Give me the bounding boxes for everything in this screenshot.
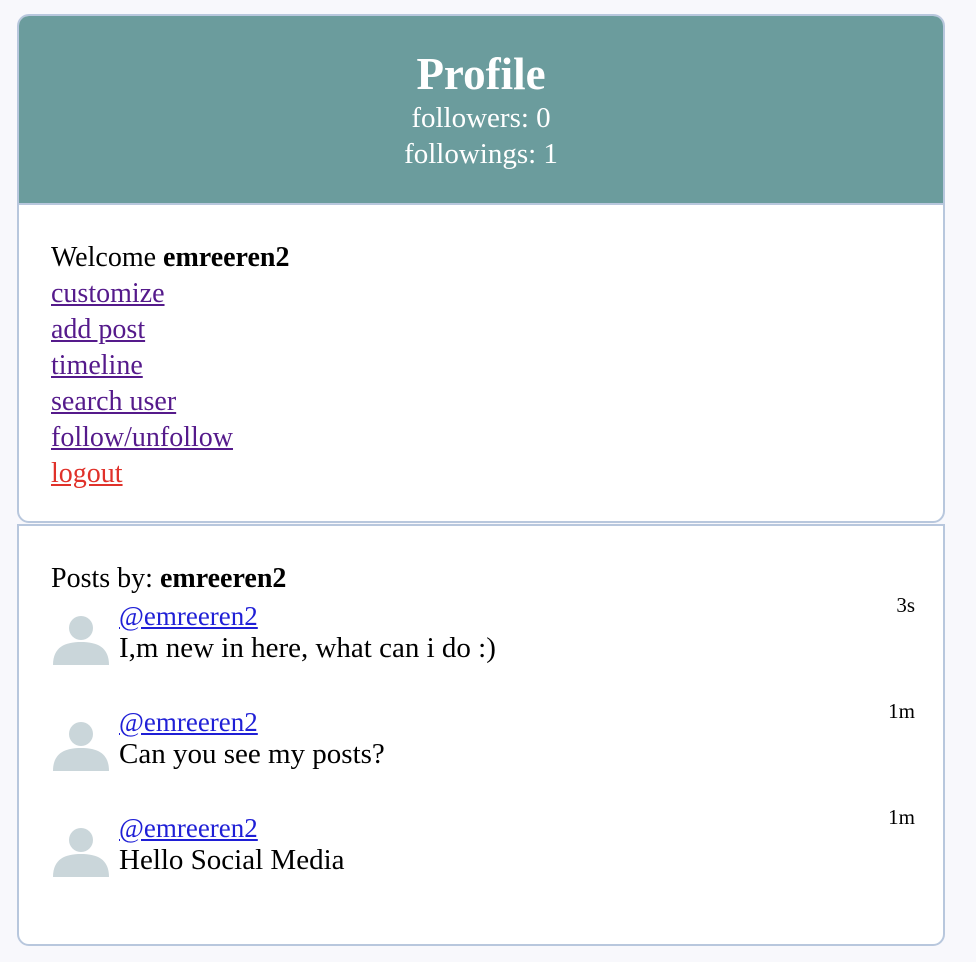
post-item: @emreeren2 Hello Social Media 1m bbox=[51, 805, 915, 919]
post-timestamp: 3s bbox=[896, 593, 915, 617]
follow-unfollow-link[interactable]: follow/unfollow bbox=[51, 420, 233, 456]
add-post-link[interactable]: add post bbox=[51, 312, 145, 348]
posts-heading: Posts by: emreeren2 bbox=[51, 561, 943, 597]
post-username-link[interactable]: @emreeren2 bbox=[119, 813, 258, 843]
user-silhouette-icon bbox=[53, 616, 109, 665]
post-text: Can you see my posts? bbox=[119, 738, 385, 770]
search-user-link[interactable]: search user bbox=[51, 384, 176, 420]
followers-count: followers: 0 bbox=[411, 102, 551, 134]
page-title: Profile bbox=[416, 49, 546, 99]
post-text: I,m new in here, what can i do :) bbox=[119, 632, 496, 664]
customize-link[interactable]: customize bbox=[51, 276, 165, 312]
followings-count: followings: 1 bbox=[404, 138, 558, 170]
logout-link[interactable]: logout bbox=[51, 456, 123, 492]
post-text: Hello Social Media bbox=[119, 844, 345, 876]
post-content: @emreeren2 Hello Social Media bbox=[119, 813, 345, 877]
post-timestamp: 1m bbox=[888, 699, 915, 723]
profile-card: Profile followers: 0 followings: 1 Welco… bbox=[17, 14, 945, 523]
welcome-username: emreeren2 bbox=[163, 242, 290, 273]
post-username-link[interactable]: @emreeren2 bbox=[119, 707, 258, 737]
posts-card: Posts by: emreeren2 @emreeren2 I,m new i… bbox=[17, 524, 945, 946]
post-item: @emreeren2 Can you see my posts? 1m bbox=[51, 699, 915, 813]
post-username-link[interactable]: @emreeren2 bbox=[119, 601, 258, 631]
post-timestamp: 1m bbox=[888, 805, 915, 829]
user-silhouette-icon bbox=[53, 722, 109, 771]
posts-heading-prefix: Posts by: bbox=[51, 563, 160, 594]
post-content: @emreeren2 I,m new in here, what can i d… bbox=[119, 601, 496, 665]
user-silhouette-icon bbox=[53, 828, 109, 877]
posts-heading-username: emreeren2 bbox=[159, 563, 287, 594]
timeline-link[interactable]: timeline bbox=[51, 348, 143, 384]
welcome-message: Welcome emreeren2 bbox=[51, 240, 943, 276]
profile-menu: Welcome emreeren2 customize add post tim… bbox=[19, 205, 943, 492]
post-item: @emreeren2 I,m new in here, what can i d… bbox=[51, 593, 915, 707]
post-content: @emreeren2 Can you see my posts? bbox=[119, 707, 385, 771]
welcome-prefix: Welcome bbox=[51, 242, 164, 273]
profile-header: Profile followers: 0 followings: 1 bbox=[19, 16, 943, 205]
